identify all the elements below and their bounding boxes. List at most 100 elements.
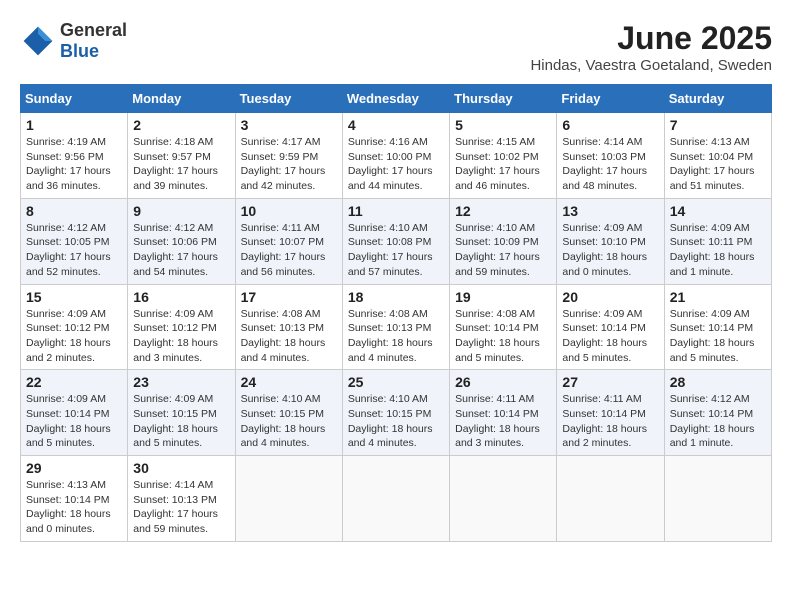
day-cell: 14 Sunrise: 4:09 AM Sunset: 10:11 PM Dayl… (664, 198, 771, 284)
day-number: 11 (348, 203, 444, 219)
header: General Blue June 2025 Hindas, Vaestra G… (20, 20, 772, 74)
day-number: 28 (670, 374, 766, 390)
logo-blue-text: Blue (60, 41, 127, 62)
day-cell: 28 Sunrise: 4:12 AM Sunset: 10:14 PM Dayl… (664, 370, 771, 456)
day-info: Sunrise: 4:08 AM Sunset: 10:13 PM Daylig… (241, 307, 337, 366)
day-cell: 20Sunrise: 4:09 AM Sunset: 10:14 PM Dayl… (557, 284, 664, 370)
day-number: 7 (670, 117, 766, 133)
page-container: General Blue June 2025 Hindas, Vaestra G… (20, 20, 772, 542)
header-cell-monday: Monday (128, 85, 235, 113)
day-cell: 3 Sunrise: 4:17 AM Sunset: 9:59 PM Daylig… (235, 113, 342, 199)
day-cell: 4 Sunrise: 4:16 AM Sunset: 10:00 PM Dayli… (342, 113, 449, 199)
day-info: Sunrise: 4:17 AM Sunset: 9:59 PM Dayligh… (241, 135, 337, 194)
day-cell (664, 456, 771, 542)
day-cell (342, 456, 449, 542)
day-cell: 12 Sunrise: 4:10 AM Sunset: 10:09 PM Dayl… (450, 198, 557, 284)
day-cell: 8 Sunrise: 4:12 AM Sunset: 10:05 PM Dayli… (21, 198, 128, 284)
day-info: Sunrise: 4:09 AM Sunset: 10:15 PM Daylig… (133, 392, 229, 451)
day-cell: 30 Sunrise: 4:14 AM Sunset: 10:13 PM Dayl… (128, 456, 235, 542)
day-cell (235, 456, 342, 542)
day-cell: 15 Sunrise: 4:09 AM Sunset: 10:12 PM Dayl… (21, 284, 128, 370)
day-info: Sunrise: 4:10 AM Sunset: 10:09 PM Daylig… (455, 221, 551, 280)
day-info: Sunrise: 4:11 AM Sunset: 10:07 PM Daylig… (241, 221, 337, 280)
day-info: Sunrise: 4:09 AM Sunset: 10:10 PM Daylig… (562, 221, 658, 280)
header-row: SundayMondayTuesdayWednesdayThursdayFrid… (21, 85, 772, 113)
day-number: 30 (133, 460, 229, 476)
day-info: Sunrise: 4:11 AM Sunset: 10:14 PM Daylig… (455, 392, 551, 451)
day-number: 8 (26, 203, 122, 219)
day-number: 2 (133, 117, 229, 133)
day-info: Sunrise: 4:19 AM Sunset: 9:56 PM Dayligh… (26, 135, 122, 194)
day-cell: 16Sunrise: 4:09 AM Sunset: 10:12 PM Dayl… (128, 284, 235, 370)
header-cell-tuesday: Tuesday (235, 85, 342, 113)
day-cell: 13 Sunrise: 4:09 AM Sunset: 10:10 PM Dayl… (557, 198, 664, 284)
day-cell: 10 Sunrise: 4:11 AM Sunset: 10:07 PM Dayl… (235, 198, 342, 284)
day-info: Sunrise: 4:12 AM Sunset: 10:05 PM Daylig… (26, 221, 122, 280)
day-info: Sunrise: 4:12 AM Sunset: 10:06 PM Daylig… (133, 221, 229, 280)
day-cell: 11Sunrise: 4:10 AM Sunset: 10:08 PM Dayl… (342, 198, 449, 284)
day-number: 12 (455, 203, 551, 219)
calendar-header: SundayMondayTuesdayWednesdayThursdayFrid… (21, 85, 772, 113)
day-number: 5 (455, 117, 551, 133)
day-cell: 2 Sunrise: 4:18 AM Sunset: 9:57 PM Daylig… (128, 113, 235, 199)
day-info: Sunrise: 4:09 AM Sunset: 10:11 PM Daylig… (670, 221, 766, 280)
day-number: 17 (241, 289, 337, 305)
day-cell: 17 Sunrise: 4:08 AM Sunset: 10:13 PM Dayl… (235, 284, 342, 370)
title-section: June 2025 Hindas, Vaestra Goetaland, Swe… (530, 20, 772, 74)
day-info: Sunrise: 4:12 AM Sunset: 10:14 PM Daylig… (670, 392, 766, 451)
day-info: Sunrise: 4:16 AM Sunset: 10:00 PM Daylig… (348, 135, 444, 194)
day-info: Sunrise: 4:08 AM Sunset: 10:14 PM Daylig… (455, 307, 551, 366)
day-cell: 18Sunrise: 4:08 AM Sunset: 10:13 PM Dayl… (342, 284, 449, 370)
day-number: 4 (348, 117, 444, 133)
day-info: Sunrise: 4:14 AM Sunset: 10:13 PM Daylig… (133, 478, 229, 537)
day-info: Sunrise: 4:15 AM Sunset: 10:02 PM Daylig… (455, 135, 551, 194)
calendar-table: SundayMondayTuesdayWednesdayThursdayFrid… (20, 84, 772, 542)
header-cell-friday: Friday (557, 85, 664, 113)
day-number: 10 (241, 203, 337, 219)
day-cell (557, 456, 664, 542)
logo: General Blue (20, 20, 127, 62)
day-cell: 26 Sunrise: 4:11 AM Sunset: 10:14 PM Dayl… (450, 370, 557, 456)
day-number: 22 (26, 374, 122, 390)
week-row-2: 8 Sunrise: 4:12 AM Sunset: 10:05 PM Dayli… (21, 198, 772, 284)
logo-icon (20, 23, 56, 59)
day-cell: 9Sunrise: 4:12 AM Sunset: 10:06 PM Dayli… (128, 198, 235, 284)
day-info: Sunrise: 4:10 AM Sunset: 10:15 PM Daylig… (241, 392, 337, 451)
day-cell: 27 Sunrise: 4:11 AM Sunset: 10:14 PM Dayl… (557, 370, 664, 456)
header-cell-thursday: Thursday (450, 85, 557, 113)
day-info: Sunrise: 4:18 AM Sunset: 9:57 PM Dayligh… (133, 135, 229, 194)
day-info: Sunrise: 4:14 AM Sunset: 10:03 PM Daylig… (562, 135, 658, 194)
week-row-3: 15 Sunrise: 4:09 AM Sunset: 10:12 PM Dayl… (21, 284, 772, 370)
day-cell (450, 456, 557, 542)
day-cell: 19Sunrise: 4:08 AM Sunset: 10:14 PM Dayl… (450, 284, 557, 370)
day-number: 3 (241, 117, 337, 133)
week-row-1: 1 Sunrise: 4:19 AM Sunset: 9:56 PM Daylig… (21, 113, 772, 199)
day-cell: 6 Sunrise: 4:14 AM Sunset: 10:03 PM Dayli… (557, 113, 664, 199)
day-info: Sunrise: 4:09 AM Sunset: 10:12 PM Daylig… (133, 307, 229, 366)
day-info: Sunrise: 4:10 AM Sunset: 10:15 PM Daylig… (348, 392, 444, 451)
day-number: 15 (26, 289, 122, 305)
week-row-4: 22 Sunrise: 4:09 AM Sunset: 10:14 PM Dayl… (21, 370, 772, 456)
day-cell: 25Sunrise: 4:10 AM Sunset: 10:15 PM Dayl… (342, 370, 449, 456)
day-cell: 5 Sunrise: 4:15 AM Sunset: 10:02 PM Dayli… (450, 113, 557, 199)
calendar-body: 1 Sunrise: 4:19 AM Sunset: 9:56 PM Daylig… (21, 113, 772, 542)
day-number: 20 (562, 289, 658, 305)
day-info: Sunrise: 4:11 AM Sunset: 10:14 PM Daylig… (562, 392, 658, 451)
day-info: Sunrise: 4:09 AM Sunset: 10:12 PM Daylig… (26, 307, 122, 366)
day-number: 23 (133, 374, 229, 390)
day-number: 13 (562, 203, 658, 219)
day-number: 26 (455, 374, 551, 390)
day-info: Sunrise: 4:08 AM Sunset: 10:13 PM Daylig… (348, 307, 444, 366)
day-info: Sunrise: 4:09 AM Sunset: 10:14 PM Daylig… (670, 307, 766, 366)
day-cell: 22 Sunrise: 4:09 AM Sunset: 10:14 PM Dayl… (21, 370, 128, 456)
day-info: Sunrise: 4:13 AM Sunset: 10:14 PM Daylig… (26, 478, 122, 537)
day-number: 1 (26, 117, 122, 133)
day-number: 29 (26, 460, 122, 476)
day-cell: 21Sunrise: 4:09 AM Sunset: 10:14 PM Dayl… (664, 284, 771, 370)
day-number: 27 (562, 374, 658, 390)
header-cell-wednesday: Wednesday (342, 85, 449, 113)
day-info: Sunrise: 4:09 AM Sunset: 10:14 PM Daylig… (26, 392, 122, 451)
day-number: 6 (562, 117, 658, 133)
day-number: 14 (670, 203, 766, 219)
header-cell-sunday: Sunday (21, 85, 128, 113)
